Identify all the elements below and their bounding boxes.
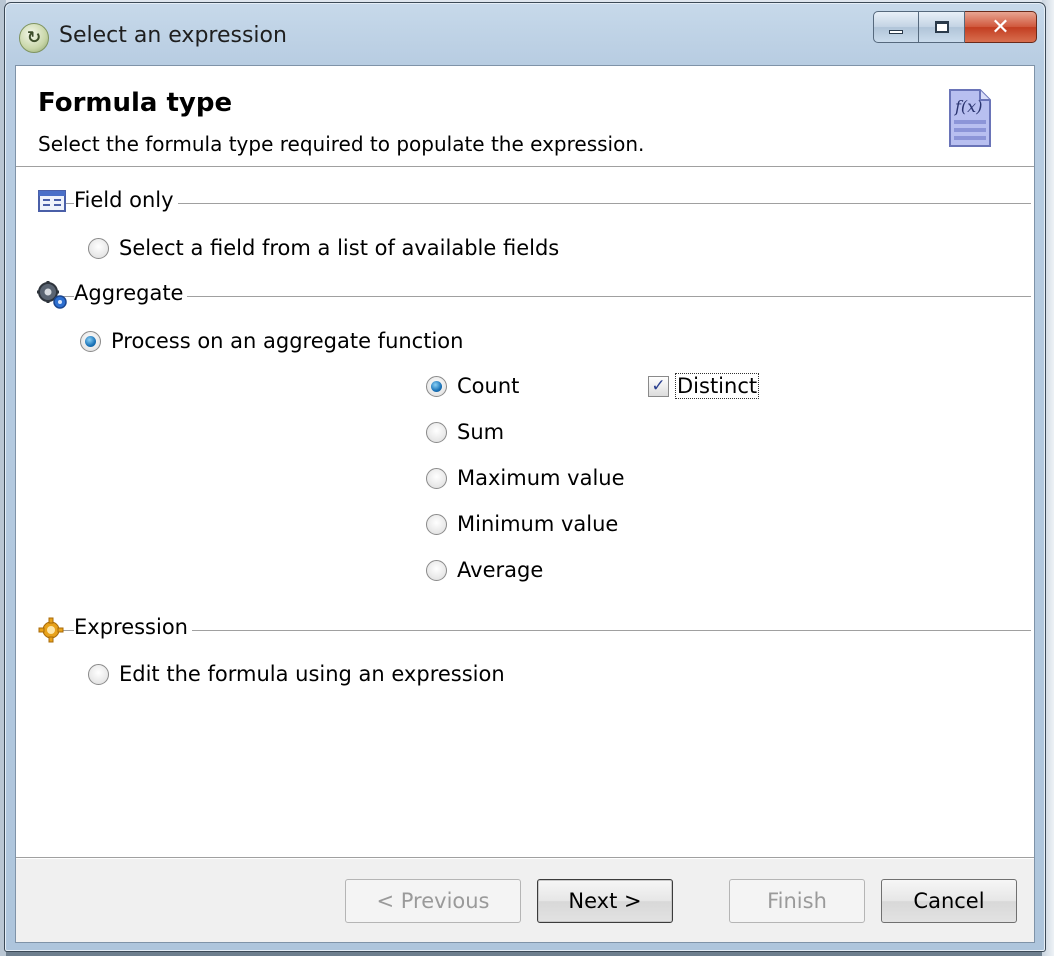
field-only-option-label[interactable]: Select a field from a list of available …: [119, 236, 559, 260]
minimize-icon: [889, 30, 903, 34]
wizard-footer: < Previous Next > Finish Cancel: [16, 857, 1034, 942]
distinct-label[interactable]: Distinct: [675, 373, 760, 399]
maximize-button[interactable]: [919, 11, 965, 43]
expression-divider: [46, 630, 1031, 631]
sum-label[interactable]: Sum: [457, 420, 504, 444]
function-sum[interactable]: Sum: [426, 420, 504, 444]
function-minimum[interactable]: Minimum value: [426, 512, 618, 536]
window-title: Select an expression: [59, 23, 287, 48]
maximum-label[interactable]: Maximum value: [457, 466, 625, 490]
expression-option[interactable]: Edit the formula using an expression: [88, 662, 505, 686]
distinct-checkbox[interactable]: ✓: [648, 375, 669, 397]
distinct-option[interactable]: ✓ Distinct: [648, 373, 760, 399]
window-controls: ✕: [873, 11, 1037, 43]
field-only-radio[interactable]: [88, 237, 109, 259]
dialog-window: ↻ Select an expression ✕ Formula type Se…: [4, 2, 1046, 952]
aggregate-option[interactable]: Process on an aggregate function: [80, 329, 463, 353]
function-document-icon: f(x): [949, 89, 991, 147]
minimum-radio[interactable]: [426, 513, 447, 535]
page-title: Formula type: [38, 88, 233, 118]
section-field-only-label: Field only: [74, 188, 178, 212]
expression-option-label[interactable]: Edit the formula using an expression: [119, 662, 505, 686]
dialog-content: Formula type Select the formula type req…: [15, 65, 1035, 943]
finish-button[interactable]: Finish: [729, 879, 865, 923]
field-only-option[interactable]: Select a field from a list of available …: [88, 236, 559, 260]
function-icon-text: f(x): [954, 97, 982, 116]
aggregate-option-label[interactable]: Process on an aggregate function: [111, 329, 463, 353]
wizard-header: Formula type Select the formula type req…: [16, 66, 1034, 167]
minimum-label[interactable]: Minimum value: [457, 512, 618, 536]
expression-radio[interactable]: [88, 663, 109, 685]
refresh-icon: ↻: [19, 23, 49, 53]
function-maximum[interactable]: Maximum value: [426, 466, 625, 490]
close-button[interactable]: ✕: [965, 11, 1037, 43]
section-expression-label: Expression: [74, 615, 192, 639]
minimize-button[interactable]: [873, 11, 919, 43]
previous-button[interactable]: < Previous: [345, 879, 521, 923]
maximize-icon: [934, 21, 949, 33]
average-radio[interactable]: [426, 559, 447, 581]
next-button[interactable]: Next >: [537, 879, 673, 923]
gear-yellow-icon: [38, 617, 64, 643]
average-label[interactable]: Average: [457, 558, 543, 582]
close-icon: ✕: [991, 14, 1010, 40]
aggregate-radio[interactable]: [80, 330, 101, 352]
maximum-radio[interactable]: [426, 467, 447, 489]
count-label[interactable]: Count: [457, 374, 519, 398]
title-bar[interactable]: ↻ Select an expression ✕: [5, 3, 1045, 65]
aggregate-divider: [46, 296, 1031, 297]
count-radio[interactable]: [426, 375, 447, 397]
table-icon: [38, 190, 66, 212]
gears-icon: [37, 281, 67, 309]
page-subtitle: Select the formula type required to popu…: [38, 132, 645, 156]
field-only-divider: [46, 203, 1031, 204]
footer-separator: [16, 858, 1034, 859]
function-count[interactable]: Count: [426, 374, 519, 398]
function-average[interactable]: Average: [426, 558, 543, 582]
cancel-button[interactable]: Cancel: [881, 879, 1017, 923]
section-aggregate-label: Aggregate: [74, 281, 188, 305]
sum-radio[interactable]: [426, 421, 447, 443]
